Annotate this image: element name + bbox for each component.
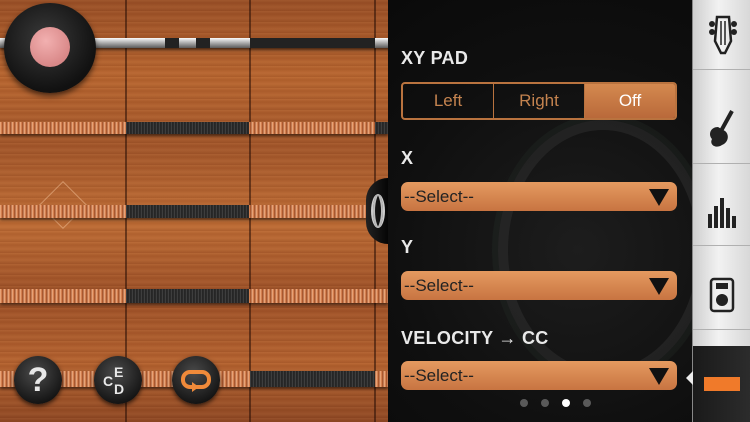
dropdown-arrow-icon xyxy=(649,189,669,206)
x-label: X xyxy=(401,148,414,168)
page-indicator[interactable] xyxy=(520,399,591,407)
page-dot[interactable] xyxy=(541,399,549,407)
velocity-cc-label: VELOCITY → CC xyxy=(401,328,549,348)
help-button[interactable]: ? xyxy=(14,356,62,404)
y-label: Y xyxy=(401,237,414,257)
guitar-body-icon xyxy=(710,109,734,147)
sidebar-item-equalizer[interactable] xyxy=(693,176,750,246)
equalizer-icon xyxy=(708,197,736,228)
loop-button[interactable] xyxy=(172,356,220,404)
chord-letter: D xyxy=(114,381,125,397)
sidebar-item-amplifier[interactable] xyxy=(693,260,750,330)
y-select[interactable]: --Select-- xyxy=(401,271,677,300)
xy-pad-segmented-control[interactable]: Left Right Off xyxy=(401,82,677,120)
help-button-label: ? xyxy=(27,360,49,399)
sidebar-item-settings[interactable] xyxy=(693,346,750,422)
dropdown-arrow-icon xyxy=(649,278,669,295)
knob-center xyxy=(30,27,70,67)
guitar-headstock-icon xyxy=(709,15,737,54)
sidebar-item-headstock[interactable] xyxy=(693,0,750,70)
chord-letter: C xyxy=(103,373,114,389)
page-dot-current[interactable] xyxy=(562,399,570,407)
x-select-value: --Select-- xyxy=(404,186,474,206)
active-tab-pointer xyxy=(686,371,693,385)
guitar-string[interactable] xyxy=(0,289,388,303)
pitch-knob[interactable] xyxy=(4,3,96,93)
dropdown-arrow-icon xyxy=(649,368,669,385)
velocity-cc-select[interactable]: --Select-- xyxy=(401,361,677,390)
loop-icon xyxy=(181,370,211,392)
velocity-cc-select-value: --Select-- xyxy=(404,365,474,385)
grip-icon xyxy=(371,194,385,228)
xy-pad-title: XY PAD xyxy=(401,48,469,68)
amplifier-icon xyxy=(709,277,735,312)
sidebar-item-guitar[interactable] xyxy=(693,94,750,164)
panel-drawer-handle[interactable] xyxy=(366,178,388,244)
page-dot[interactable] xyxy=(520,399,528,407)
guitar-string[interactable] xyxy=(0,122,388,134)
settings-slider-icon xyxy=(704,377,740,391)
settings-panel: XY PAD Left Right Off X --Select-- Y --S… xyxy=(388,0,692,422)
xy-pad-off-option[interactable]: Off xyxy=(585,84,675,118)
guitar-string[interactable] xyxy=(0,205,388,218)
sidebar xyxy=(692,0,750,422)
y-select-value: --Select-- xyxy=(404,275,474,295)
chord-button[interactable]: C E D xyxy=(94,356,142,404)
chord-letter: E xyxy=(114,364,124,380)
chord-icon: C E D xyxy=(103,364,133,397)
x-select[interactable]: --Select-- xyxy=(401,182,677,211)
xy-pad-left-option[interactable]: Left xyxy=(403,84,494,118)
page-dot[interactable] xyxy=(583,399,591,407)
xy-pad-right-option[interactable]: Right xyxy=(494,84,585,118)
